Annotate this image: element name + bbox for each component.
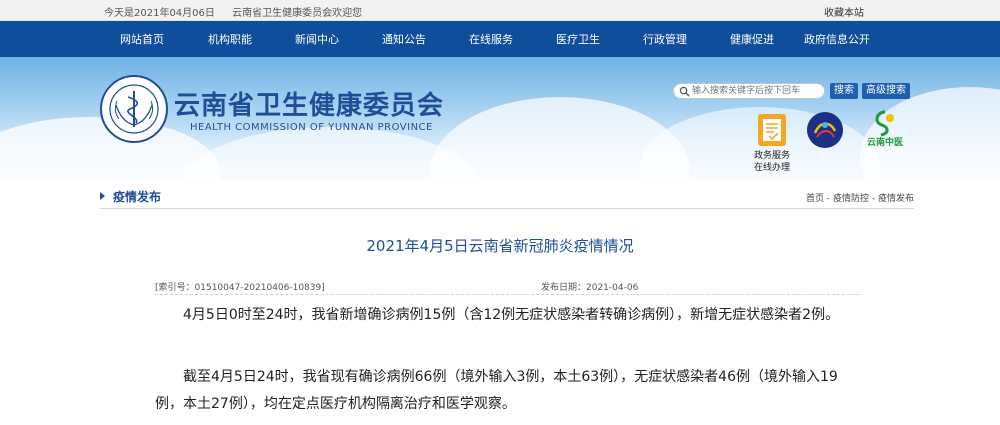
breadcrumb-separator: - bbox=[824, 194, 833, 204]
nav-item-functions[interactable]: 机构职能 bbox=[208, 31, 252, 47]
breadcrumb-epidemic-control[interactable]: 疫情防控 bbox=[833, 194, 869, 204]
nav-item-health-promotion[interactable]: 健康促进 bbox=[730, 31, 774, 47]
tcm-logo-icon[interactable] bbox=[868, 109, 902, 137]
header-banner: 云南省卫生健康委员会 HEALTH COMMISSION OF YUNNAN P… bbox=[0, 57, 1000, 180]
service-label-gov: 政务服务 在线办理 bbox=[748, 150, 796, 174]
nav-item-news[interactable]: 新闻中心 bbox=[295, 31, 339, 47]
article-publish-date: 发布日期：2021-04-06 bbox=[541, 283, 639, 293]
nav-item-home[interactable]: 网站首页 bbox=[120, 31, 164, 47]
tcm-logo-label: 云南中医 bbox=[866, 138, 903, 148]
site-subtitle: HEALTH COMMISSION OF YUNNAN PROVINCE bbox=[190, 122, 433, 133]
document-service-icon[interactable] bbox=[757, 113, 787, 147]
article-title: 2021年4月5日云南省新冠肺炎疫情情况 bbox=[366, 237, 634, 255]
meta-divider bbox=[155, 294, 860, 295]
nav-item-gov-info[interactable]: 政府信息公开 bbox=[804, 31, 870, 47]
health-logo-icon[interactable] bbox=[806, 111, 844, 149]
service-label-line1: 政务服务 bbox=[753, 151, 790, 161]
breadcrumb-separator: - bbox=[869, 194, 878, 204]
add-favorite-link[interactable]: 收藏本站 bbox=[824, 4, 864, 19]
article-paragraph: 截至4月5日24时，我省现有确诊病例66例（境外输入3例，本土63例），无症状感… bbox=[155, 369, 838, 412]
commission-emblem-logo bbox=[100, 75, 168, 143]
article-paragraph: 4月5日0时至24时，我省新增确诊病例15例（含12例无症状感染者转确诊病例），… bbox=[183, 307, 840, 323]
section-title: 疫情发布 bbox=[100, 188, 161, 205]
nav-item-notices[interactable]: 通知公告 bbox=[382, 31, 426, 47]
nav-item-medical[interactable]: 医疗卫生 bbox=[556, 31, 600, 47]
section-bar: 疫情发布 首页 - 疫情防控 - 疫情发布 bbox=[100, 182, 914, 209]
article-index-number: [索引号：01510047-20210406-10839] bbox=[155, 283, 325, 293]
triangle-bullet-icon bbox=[100, 192, 105, 200]
breadcrumb: 首页 - 疫情防控 - 疫情发布 bbox=[806, 191, 914, 204]
service-label-line2: 在线办理 bbox=[753, 163, 790, 173]
breadcrumb-home[interactable]: 首页 bbox=[806, 194, 824, 204]
breadcrumb-epidemic-release[interactable]: 疫情发布 bbox=[878, 194, 914, 204]
nav-item-administration[interactable]: 行政管理 bbox=[643, 31, 687, 47]
search-icon bbox=[679, 86, 690, 97]
advanced-search-button[interactable]: 高级搜索 bbox=[862, 83, 910, 99]
main-nav: 网站首页 机构职能 新闻中心 通知公告 在线服务 医疗卫生 行政管理 健康促进 … bbox=[0, 21, 1000, 57]
site-title: 云南省卫生健康委员会 bbox=[174, 91, 445, 121]
welcome-text: 云南省卫生健康委员会欢迎您 bbox=[232, 8, 363, 19]
section-title-text: 疫情发布 bbox=[113, 190, 162, 204]
current-date: 今天是2021年04月06日 bbox=[104, 8, 215, 19]
top-utility-bar: 今天是2021年04月06日 云南省卫生健康委员会欢迎您 收藏本站 bbox=[0, 0, 1000, 21]
search-input[interactable] bbox=[673, 83, 825, 99]
search-button[interactable]: 搜索 bbox=[830, 83, 858, 99]
nav-item-online-services[interactable]: 在线服务 bbox=[469, 31, 513, 47]
welcome-area: 今天是2021年04月06日 云南省卫生健康委员会欢迎您 bbox=[104, 4, 376, 19]
